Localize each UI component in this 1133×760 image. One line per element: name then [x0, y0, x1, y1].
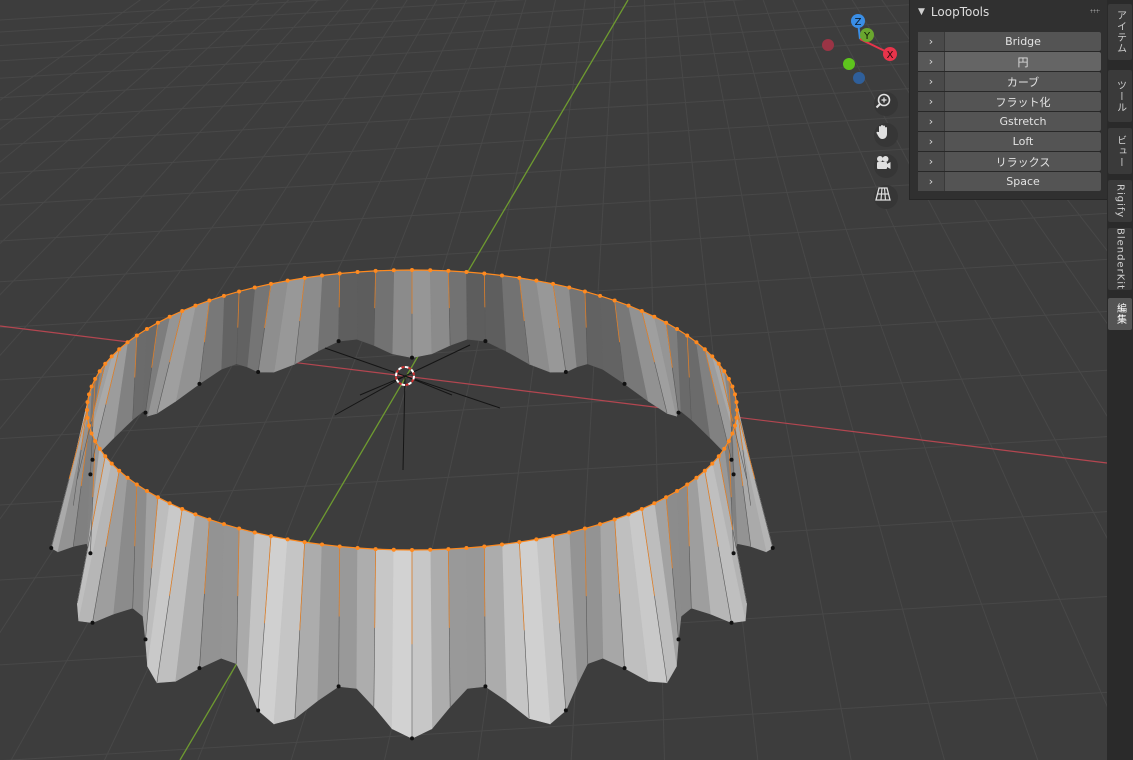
sidebar-panel-looptools: ▼ LoopTools › Bridge › 円 › カーブ › フラット化 › Gstretch…: [909, 0, 1107, 200]
chevron-right-icon[interactable]: ›: [918, 152, 945, 171]
sidebar-tab-label: ビュー: [1114, 134, 1126, 168]
operator-row-7[interactable]: › Space: [918, 172, 1101, 191]
chevron-right-icon[interactable]: ›: [918, 112, 945, 131]
svg-text:Y: Y: [863, 31, 871, 42]
camera-view-button[interactable]: [874, 154, 898, 178]
collapse-triangle-icon[interactable]: ▼: [918, 7, 925, 17]
gizmo-neg-y[interactable]: [843, 58, 855, 70]
zoom-button[interactable]: [874, 92, 898, 116]
chevron-right-icon[interactable]: ›: [918, 132, 945, 151]
sidebar-tab-label: BlenderKit: [1114, 228, 1126, 290]
operator-label: Loft: [1012, 135, 1034, 148]
sidebar-tab-3[interactable]: Rigify: [1108, 180, 1132, 222]
gizmo-neg-z[interactable]: [853, 72, 865, 84]
operator-row-3[interactable]: › フラット化: [918, 92, 1101, 111]
sidebar-tab-0[interactable]: アイテム: [1108, 4, 1132, 60]
zoom-icon: [875, 93, 891, 109]
sidebar-tab-5[interactable]: 編集: [1108, 298, 1132, 330]
svg-text:X: X: [887, 50, 894, 61]
svg-text:Z: Z: [855, 17, 862, 28]
panel-title: LoopTools: [930, 5, 990, 19]
drag-grip-icon[interactable]: [1090, 9, 1100, 13]
operator-label: Bridge: [1005, 35, 1041, 48]
sidebar-tab-label: 編集: [1114, 303, 1126, 325]
gizmo-neg-x[interactable]: [822, 39, 834, 51]
perspective-grid-icon: [875, 187, 891, 201]
operator-label: カーブ: [1006, 75, 1040, 89]
sidebar-tab-1[interactable]: ツール: [1108, 70, 1132, 122]
camera-icon: [877, 156, 891, 169]
operator-label: 円: [1017, 55, 1029, 69]
panel-header[interactable]: ▼ LoopTools: [910, 0, 1106, 24]
sidebar-tab-2[interactable]: ビュー: [1108, 128, 1132, 174]
sidebar-tab-bar: アイテムツールビュー Rigify BlenderKit 編集: [1107, 0, 1133, 760]
chevron-right-icon[interactable]: ›: [918, 92, 945, 111]
operator-row-5[interactable]: › Loft: [918, 132, 1101, 151]
chevron-right-icon[interactable]: ›: [918, 52, 945, 71]
pan-hand-icon: [876, 125, 887, 139]
perspective-toggle-button[interactable]: [874, 185, 898, 209]
navigation-gizmo[interactable]: Z Y X: [815, 10, 905, 100]
operator-row-6[interactable]: › リラックス: [918, 152, 1101, 171]
operator-label: Space: [1006, 175, 1040, 188]
chevron-right-icon[interactable]: ›: [918, 72, 945, 91]
operator-label: リラックス: [995, 155, 1051, 169]
operator-label: フラット化: [995, 95, 1051, 109]
sidebar-tab-4[interactable]: BlenderKit: [1108, 228, 1132, 290]
operator-row-2[interactable]: › カーブ: [918, 72, 1101, 91]
sidebar-tab-label: アイテム: [1114, 10, 1126, 54]
looptools-operator-list: › Bridge › 円 › カーブ › フラット化 › Gstretch › Loft › リラックス ›…: [918, 32, 1101, 191]
operator-row-4[interactable]: › Gstretch: [918, 112, 1101, 131]
sidebar-tab-label: Rigify: [1114, 183, 1126, 219]
operator-row-1[interactable]: › 円: [918, 52, 1101, 71]
operator-row-0[interactable]: › Bridge: [918, 32, 1101, 51]
chevron-right-icon[interactable]: ›: [918, 32, 945, 51]
sidebar-tab-label: ツール: [1114, 79, 1126, 113]
operator-label: Gstretch: [999, 115, 1047, 128]
chevron-right-icon[interactable]: ›: [918, 172, 945, 191]
pan-button[interactable]: [874, 123, 898, 147]
mesh-object[interactable]: [49, 268, 775, 741]
